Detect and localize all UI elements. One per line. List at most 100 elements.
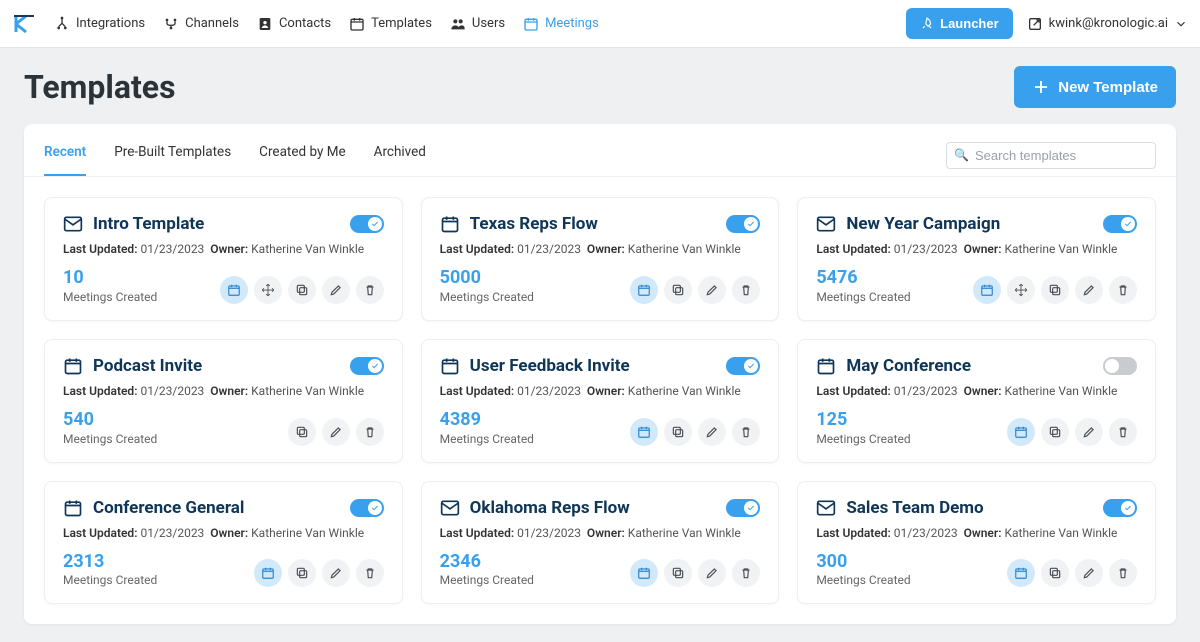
nav-contacts[interactable]: Contacts: [257, 16, 331, 32]
action-calendar[interactable]: [973, 276, 1001, 304]
nav-integrations[interactable]: Integrations: [54, 16, 145, 32]
nav-meetings[interactable]: Meetings: [523, 16, 599, 32]
action-copy[interactable]: [288, 276, 316, 304]
active-toggle[interactable]: [726, 357, 760, 375]
action-delete[interactable]: [356, 418, 384, 446]
user-email: kwink@kronologic.ai: [1049, 16, 1168, 31]
nav-label: Integrations: [76, 16, 145, 31]
active-toggle[interactable]: [350, 499, 384, 517]
template-title: Sales Team Demo: [846, 498, 1093, 518]
delete-icon: [739, 283, 753, 297]
meetings-count-label: Meetings Created: [816, 432, 910, 446]
action-copy[interactable]: [1041, 559, 1069, 587]
active-toggle[interactable]: [350, 357, 384, 375]
action-calendar[interactable]: [1007, 559, 1035, 587]
panel-head: Recent Pre-Built Templates Created by Me…: [24, 124, 1176, 177]
nav-label: Meetings: [545, 16, 599, 31]
active-toggle[interactable]: [726, 499, 760, 517]
action-delete[interactable]: [732, 418, 760, 446]
action-delete[interactable]: [732, 559, 760, 587]
action-delete[interactable]: [1109, 559, 1137, 587]
active-toggle[interactable]: [726, 215, 760, 233]
action-delete[interactable]: [356, 559, 384, 587]
card-actions: [630, 418, 760, 446]
template-title: New Year Campaign: [846, 214, 1093, 234]
nav-users[interactable]: Users: [450, 16, 505, 32]
action-move[interactable]: [1007, 276, 1035, 304]
action-move[interactable]: [254, 276, 282, 304]
action-copy[interactable]: [664, 418, 692, 446]
copy-icon: [671, 566, 685, 580]
tab-archived[interactable]: Archived: [374, 134, 426, 176]
action-copy[interactable]: [664, 559, 692, 587]
template-meta: Last Updated: 01/23/2023 Owner: Katherin…: [816, 384, 1137, 398]
action-calendar[interactable]: [630, 559, 658, 587]
tab-recent[interactable]: Recent: [44, 134, 86, 176]
copy-icon: [1048, 283, 1062, 297]
nav-templates[interactable]: Templates: [349, 16, 432, 32]
template-meta: Last Updated: 01/23/2023 Owner: Katherin…: [63, 526, 384, 540]
search-input[interactable]: [946, 142, 1156, 169]
action-edit[interactable]: [698, 276, 726, 304]
action-calendar[interactable]: [630, 418, 658, 446]
action-edit[interactable]: [698, 559, 726, 587]
meetings-count: 5476: [816, 268, 910, 288]
action-copy[interactable]: [1041, 418, 1069, 446]
nav-channels[interactable]: Channels: [163, 16, 239, 32]
main-nav: Integrations Channels Contacts Templates…: [54, 16, 906, 32]
template-card: Oklahoma Reps Flow Last Updated: 01/23/2…: [421, 481, 780, 605]
action-calendar[interactable]: [254, 559, 282, 587]
new-template-button[interactable]: New Template: [1014, 66, 1176, 108]
template-meta: Last Updated: 01/23/2023 Owner: Katherin…: [816, 526, 1137, 540]
plus-icon: [1032, 78, 1050, 96]
tab-prebuilt[interactable]: Pre-Built Templates: [114, 134, 231, 176]
action-edit[interactable]: [698, 418, 726, 446]
calendar-icon: [63, 356, 83, 376]
action-copy[interactable]: [1041, 276, 1069, 304]
page-head: Templates New Template: [24, 66, 1176, 108]
template-title: User Feedback Invite: [470, 356, 717, 376]
action-edit[interactable]: [322, 276, 350, 304]
active-toggle[interactable]: [1103, 215, 1137, 233]
tab-created-by-me[interactable]: Created by Me: [259, 134, 345, 176]
template-card: May Conference Last Updated: 01/23/2023 …: [797, 339, 1156, 463]
meetings-count-label: Meetings Created: [63, 573, 157, 587]
calendar-icon: [261, 566, 275, 580]
action-edit[interactable]: [1075, 276, 1103, 304]
active-toggle[interactable]: [1103, 357, 1137, 375]
move-icon: [261, 283, 275, 297]
active-toggle[interactable]: [1103, 499, 1137, 517]
action-copy[interactable]: [288, 559, 316, 587]
edit-icon: [329, 566, 343, 580]
calendar-icon: [1014, 566, 1028, 580]
action-copy[interactable]: [288, 418, 316, 446]
meetings-count-label: Meetings Created: [63, 290, 157, 304]
meetings-count: 2313: [63, 552, 157, 572]
launcher-button[interactable]: Launcher: [906, 8, 1013, 39]
action-edit[interactable]: [322, 418, 350, 446]
action-edit[interactable]: [322, 559, 350, 587]
action-calendar[interactable]: [1007, 418, 1035, 446]
template-card: Texas Reps Flow Last Updated: 01/23/2023…: [421, 197, 780, 321]
template-meta: Last Updated: 01/23/2023 Owner: Katherin…: [440, 384, 761, 398]
edit-icon: [705, 566, 719, 580]
user-menu[interactable]: kwink@kronologic.ai: [1027, 16, 1188, 32]
action-delete[interactable]: [1109, 276, 1137, 304]
action-calendar[interactable]: [630, 276, 658, 304]
rocket-icon: [920, 17, 934, 31]
template-card: User Feedback Invite Last Updated: 01/23…: [421, 339, 780, 463]
action-calendar[interactable]: [220, 276, 248, 304]
action-delete[interactable]: [356, 276, 384, 304]
contact-icon: [257, 16, 273, 32]
action-edit[interactable]: [1075, 559, 1103, 587]
edit-icon: [329, 283, 343, 297]
action-delete[interactable]: [732, 276, 760, 304]
nav-label: Templates: [371, 16, 432, 31]
template-card: New Year Campaign Last Updated: 01/23/20…: [797, 197, 1156, 321]
action-copy[interactable]: [664, 276, 692, 304]
template-card: Sales Team Demo Last Updated: 01/23/2023…: [797, 481, 1156, 605]
active-toggle[interactable]: [350, 215, 384, 233]
calendar-icon: [523, 16, 539, 32]
action-delete[interactable]: [1109, 418, 1137, 446]
action-edit[interactable]: [1075, 418, 1103, 446]
